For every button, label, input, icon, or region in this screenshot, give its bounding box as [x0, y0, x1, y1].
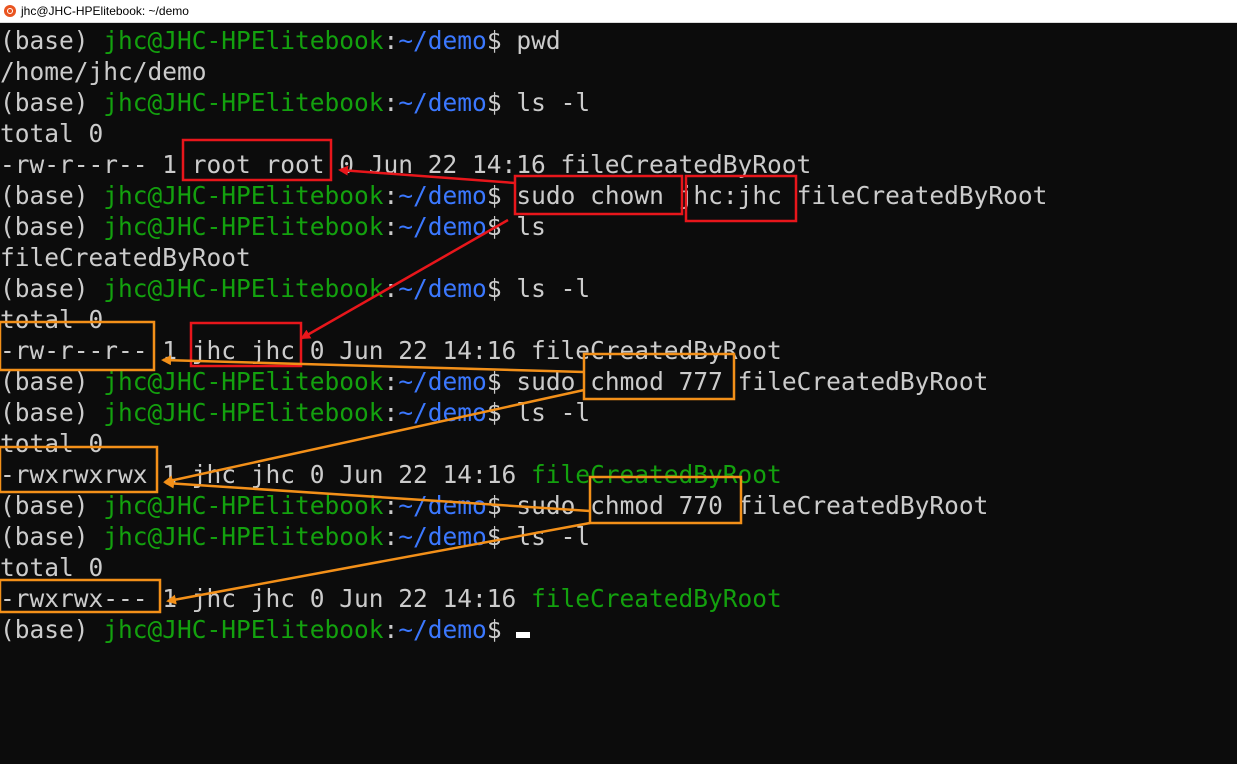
prompt-env: (base): [0, 88, 104, 117]
command-text: ls: [516, 212, 546, 241]
prompt-user-host: jhc@JHC-HPElitebook: [103, 274, 384, 303]
terminal-output-line: /home/jhc/demo: [0, 56, 207, 87]
output-text: -rwxrwxrwx 1 jhc jhc 0 Jun 22 14:16: [0, 460, 532, 489]
prompt-path: ~/demo: [398, 367, 487, 396]
command-text: ls -l: [516, 88, 591, 117]
output-text: fileCreatedByRoot: [0, 243, 251, 272]
prompt-path: ~/demo: [398, 181, 487, 210]
text-cursor: [516, 632, 531, 638]
prompt-separator: :: [383, 491, 399, 520]
prompt-dollar: $: [486, 398, 517, 427]
terminal-output[interactable]: (base) jhc@JHC-HPElitebook:~/demo$ pwd/h…: [0, 23, 1237, 764]
prompt-user-host: jhc@JHC-HPElitebook: [103, 26, 384, 55]
prompt-dollar: $: [486, 26, 517, 55]
prompt-env: (base): [0, 367, 104, 396]
prompt-env: (base): [0, 522, 104, 551]
executable-filename: fileCreatedByRoot: [531, 584, 782, 613]
prompt-separator: :: [383, 398, 399, 427]
prompt-env: (base): [0, 274, 104, 303]
prompt-path: ~/demo: [398, 212, 487, 241]
prompt-separator: :: [383, 522, 399, 551]
prompt-env: (base): [0, 212, 104, 241]
terminal-prompt-line: (base) jhc@JHC-HPElitebook:~/demo$ ls -l: [0, 521, 590, 552]
terminal-prompt-line: (base) jhc@JHC-HPElitebook:~/demo$ sudo …: [0, 180, 1047, 211]
ubuntu-icon: [4, 5, 16, 17]
output-text: -rw-r--r-- 1 root root 0 Jun 22 14:16 fi…: [0, 150, 812, 179]
terminal-prompt-line: (base) jhc@JHC-HPElitebook:~/demo$ ls: [0, 211, 546, 242]
prompt-dollar: $: [486, 88, 517, 117]
prompt-path: ~/demo: [398, 274, 487, 303]
prompt-dollar: $: [486, 367, 517, 396]
prompt-dollar: $: [486, 522, 517, 551]
terminal-output-line: total 0: [0, 428, 103, 459]
prompt-path: ~/demo: [398, 88, 487, 117]
terminal-prompt-line: (base) jhc@JHC-HPElitebook:~/demo$ ls -l: [0, 397, 590, 428]
executable-filename: fileCreatedByRoot: [531, 460, 782, 489]
prompt-env: (base): [0, 491, 104, 520]
prompt-path: ~/demo: [398, 26, 487, 55]
terminal-output-line: -rwxrwx--- 1 jhc jhc 0 Jun 22 14:16 file…: [0, 583, 782, 614]
terminal-prompt-line: (base) jhc@JHC-HPElitebook:~/demo$ ls -l: [0, 273, 590, 304]
prompt-separator: :: [383, 88, 399, 117]
prompt-separator: :: [383, 181, 399, 210]
output-text: /home/jhc/demo: [0, 57, 207, 86]
terminal-output-line: total 0: [0, 118, 103, 149]
prompt-separator: :: [383, 26, 399, 55]
window-titlebar[interactable]: jhc@JHC-HPElitebook: ~/demo: [0, 0, 1237, 23]
prompt-separator: :: [383, 212, 399, 241]
prompt-user-host: jhc@JHC-HPElitebook: [103, 491, 384, 520]
prompt-path: ~/demo: [398, 522, 487, 551]
terminal-prompt-line: (base) jhc@JHC-HPElitebook:~/demo$ pwd: [0, 25, 561, 56]
prompt-dollar: $: [486, 181, 517, 210]
prompt-dollar: $: [486, 491, 517, 520]
output-text: -rw-r--r-- 1 jhc jhc 0 Jun 22 14:16 file…: [0, 336, 782, 365]
command-text: pwd: [516, 26, 561, 55]
prompt-user-host: jhc@JHC-HPElitebook: [103, 367, 384, 396]
output-text: total 0: [0, 429, 104, 458]
output-text: total 0: [0, 305, 104, 334]
command-text: sudo chmod 777 fileCreatedByRoot: [516, 367, 989, 396]
prompt-env: (base): [0, 615, 104, 644]
prompt-env: (base): [0, 26, 104, 55]
prompt-dollar: $: [486, 212, 517, 241]
prompt-env: (base): [0, 181, 104, 210]
prompt-dollar: $: [486, 615, 517, 644]
terminal-prompt-line[interactable]: (base) jhc@JHC-HPElitebook:~/demo$: [0, 614, 531, 645]
command-text: ls -l: [516, 274, 591, 303]
terminal-prompt-line: (base) jhc@JHC-HPElitebook:~/demo$ sudo …: [0, 490, 988, 521]
prompt-separator: :: [383, 367, 399, 396]
output-text: -rwxrwx--- 1 jhc jhc 0 Jun 22 14:16: [0, 584, 532, 613]
terminal-prompt-line: (base) jhc@JHC-HPElitebook:~/demo$ sudo …: [0, 366, 988, 397]
prompt-dollar: $: [486, 274, 517, 303]
prompt-user-host: jhc@JHC-HPElitebook: [103, 398, 384, 427]
prompt-path: ~/demo: [398, 398, 487, 427]
prompt-separator: :: [383, 274, 399, 303]
prompt-user-host: jhc@JHC-HPElitebook: [103, 88, 384, 117]
terminal-prompt-line: (base) jhc@JHC-HPElitebook:~/demo$ ls -l: [0, 87, 590, 118]
command-text: sudo chmod 770 fileCreatedByRoot: [516, 491, 989, 520]
prompt-path: ~/demo: [398, 615, 487, 644]
prompt-user-host: jhc@JHC-HPElitebook: [103, 181, 384, 210]
prompt-path: ~/demo: [398, 491, 487, 520]
command-text: sudo chown jhc:jhc fileCreatedByRoot: [516, 181, 1048, 210]
window-title: jhc@JHC-HPElitebook: ~/demo: [21, 4, 189, 18]
command-text: ls -l: [516, 398, 591, 427]
prompt-separator: :: [383, 615, 399, 644]
prompt-env: (base): [0, 398, 104, 427]
terminal-output-line: total 0: [0, 304, 103, 335]
terminal-output-line: -rwxrwxrwx 1 jhc jhc 0 Jun 22 14:16 file…: [0, 459, 782, 490]
output-text: total 0: [0, 119, 104, 148]
terminal-output-line: -rw-r--r-- 1 root root 0 Jun 22 14:16 fi…: [0, 149, 811, 180]
terminal-output-line: total 0: [0, 552, 103, 583]
prompt-user-host: jhc@JHC-HPElitebook: [103, 522, 384, 551]
command-text: ls -l: [516, 522, 591, 551]
terminal-output-line: fileCreatedByRoot: [0, 242, 251, 273]
prompt-user-host: jhc@JHC-HPElitebook: [103, 212, 384, 241]
output-text: total 0: [0, 553, 104, 582]
terminal-output-line: -rw-r--r-- 1 jhc jhc 0 Jun 22 14:16 file…: [0, 335, 782, 366]
prompt-user-host: jhc@JHC-HPElitebook: [103, 615, 384, 644]
